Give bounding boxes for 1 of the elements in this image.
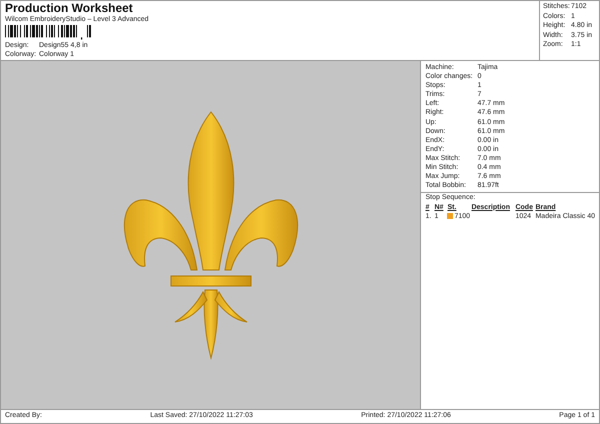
worksheet-title: Production Worksheet xyxy=(5,2,134,15)
